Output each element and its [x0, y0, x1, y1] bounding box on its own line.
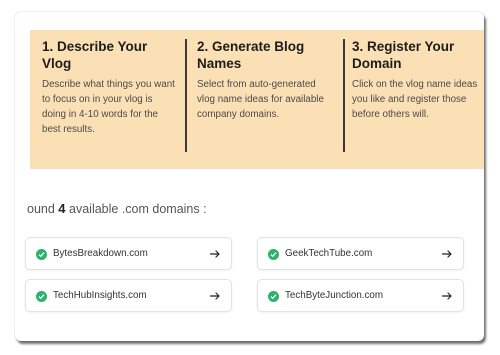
step-divider: [343, 39, 345, 152]
check-circle-icon: [268, 291, 279, 302]
results-summary: ound 4 available .com domains :: [27, 201, 207, 216]
arrow-right-icon[interactable]: [209, 290, 221, 302]
check-circle-icon: [36, 291, 47, 302]
check-circle-icon: [268, 249, 279, 260]
results-suffix: available .com domains :: [69, 202, 207, 216]
step-divider: [185, 39, 187, 152]
step-description: Click on the vlog name ideas you like an…: [352, 79, 478, 120]
domain-result-item[interactable]: BytesBreakdown.com: [25, 237, 232, 270]
domain-name: TechByteJunction.com: [285, 290, 384, 301]
step-title: 3. Register Your Domain: [352, 39, 455, 71]
results-count: 4: [58, 201, 66, 216]
results-prefix: ound: [27, 202, 55, 216]
step-description: Describe what things you want to focus o…: [42, 79, 175, 135]
domain-name: TechHubInsights.com: [53, 290, 147, 301]
domain-name: GeekTechTube.com: [285, 248, 373, 259]
steps-panel: 1. Describe Your Vlog Describe what thin…: [30, 30, 484, 169]
step-generate: 2. Generate Blog Names Select from auto-…: [197, 38, 332, 122]
arrow-right-icon[interactable]: [441, 290, 453, 302]
step-title: 1. Describe Your Vlog: [42, 39, 148, 71]
step-description: Select from auto-generated vlog name ide…: [197, 79, 324, 120]
domain-generator-card: 1. Describe Your Vlog Describe what thin…: [15, 12, 484, 341]
arrow-right-icon[interactable]: [209, 248, 221, 260]
domain-result-item[interactable]: TechHubInsights.com: [25, 279, 232, 312]
domain-result-item[interactable]: GeekTechTube.com: [257, 237, 464, 270]
check-circle-icon: [36, 249, 47, 260]
step-describe: 1. Describe Your Vlog Describe what thin…: [42, 38, 177, 137]
arrow-right-icon[interactable]: [441, 248, 453, 260]
step-title: 2. Generate Blog Names: [197, 39, 305, 71]
step-register: 3. Register Your Domain Click on the vlo…: [352, 38, 482, 122]
domain-name: BytesBreakdown.com: [53, 248, 148, 259]
domain-result-item[interactable]: TechByteJunction.com: [257, 279, 464, 312]
